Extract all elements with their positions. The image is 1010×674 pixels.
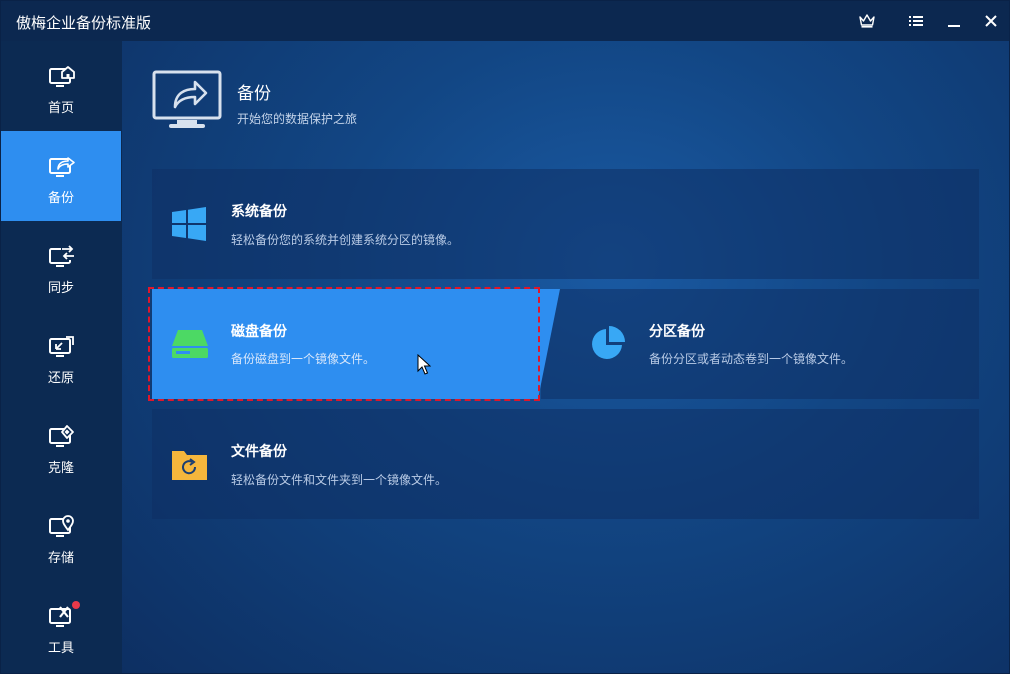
sync-monitor-icon bbox=[49, 245, 75, 267]
home-monitor-icon bbox=[49, 66, 75, 87]
sidebar-item-label: 存储 bbox=[47, 551, 74, 566]
app-window: 傲梅企业备份标准版 首页 备份 同步 还原 克隆 存储 工具 备份 开始您的数据… bbox=[0, 0, 1010, 674]
sidebar-item-label: 工具 bbox=[47, 641, 74, 656]
page-title: 备份 bbox=[237, 84, 271, 104]
sidebar-item-sync[interactable]: 同步 bbox=[1, 221, 121, 311]
clone-monitor-icon bbox=[49, 425, 74, 447]
minimize-icon[interactable] bbox=[942, 9, 966, 33]
restore-monitor-icon bbox=[49, 336, 74, 357]
card-title: 文件备份 bbox=[231, 444, 287, 460]
title-bar: 傲梅企业备份标准版 bbox=[1, 1, 1009, 41]
sidebar-item-clone[interactable]: 克隆 bbox=[1, 401, 121, 491]
sidebar-item-tools[interactable]: 工具 bbox=[1, 581, 121, 671]
windows-icon bbox=[172, 207, 206, 241]
card-description: 轻松备份文件和文件夹到一个镜像文件。 bbox=[231, 473, 448, 487]
sidebar-item-label: 首页 bbox=[47, 101, 74, 116]
card-description: 轻松备份您的系统并创建系统分区的镜像。 bbox=[231, 233, 460, 247]
card-description: 备份分区或者动态卷到一个镜像文件。 bbox=[649, 352, 854, 366]
card-description: 备份磁盘到一个镜像文件。 bbox=[231, 352, 376, 366]
card-title: 分区备份 bbox=[649, 324, 705, 340]
sidebar-item-backup[interactable]: 备份 bbox=[1, 131, 121, 221]
window-title: 傲梅企业备份标准版 bbox=[16, 14, 152, 32]
sidebar-item-home[interactable]: 首页 bbox=[1, 41, 121, 131]
sidebar-item-label: 同步 bbox=[47, 281, 74, 296]
sidebar-item-restore[interactable]: 还原 bbox=[1, 311, 121, 401]
sidebar-item-label: 备份 bbox=[47, 191, 74, 206]
page-subtitle: 开始您的数据保护之旅 bbox=[237, 112, 358, 126]
system-backup-card[interactable]: 系统备份 轻松备份您的系统并创建系统分区的镜像。 bbox=[152, 169, 979, 279]
disk-icon bbox=[172, 330, 208, 358]
card-title: 磁盘备份 bbox=[231, 324, 287, 340]
mouse-cursor-icon bbox=[417, 354, 431, 375]
close-icon[interactable] bbox=[979, 9, 1003, 33]
menu-icon[interactable] bbox=[904, 9, 928, 33]
notification-dot-icon bbox=[72, 601, 80, 609]
sidebar-item-label: 还原 bbox=[47, 371, 74, 386]
partition-backup-card[interactable]: 分区备份 备份分区或者动态卷到一个镜像文件。 bbox=[541, 289, 979, 399]
sidebar-item-label: 克隆 bbox=[47, 461, 74, 476]
sidebar-item-storage[interactable]: 存储 bbox=[1, 491, 121, 581]
file-backup-card[interactable]: 文件备份 轻松备份文件和文件夹到一个镜像文件。 bbox=[152, 409, 979, 519]
sidebar: 首页 备份 同步 还原 克隆 存储 工具 bbox=[1, 41, 122, 673]
crown-icon[interactable] bbox=[855, 9, 879, 33]
card-title: 系统备份 bbox=[231, 204, 287, 220]
backup-monitor-large-icon bbox=[152, 70, 222, 128]
disk-backup-card[interactable]: 磁盘备份 备份磁盘到一个镜像文件。 bbox=[152, 289, 538, 399]
pie-chart-icon bbox=[592, 326, 625, 359]
folder-icon bbox=[172, 451, 207, 480]
backup-monitor-icon bbox=[49, 157, 75, 177]
storage-monitor-icon bbox=[49, 515, 74, 537]
